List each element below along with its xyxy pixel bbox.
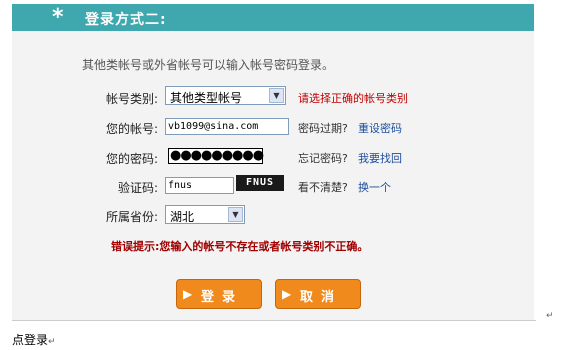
divider (12, 320, 536, 321)
account-label: 您的帐号: (105, 122, 158, 136)
cancel-button-label: 取消 (300, 290, 343, 305)
footer-text: 点登录↵ (12, 331, 56, 348)
forgot-password-text: 忘记密码? (298, 152, 348, 165)
cancel-button[interactable]: ▶ 取消 (275, 279, 361, 309)
section-header: * 登录方式二: (12, 4, 534, 31)
footer-label: 点登录 (12, 333, 49, 347)
reset-password-link[interactable]: 重设密码 (358, 120, 402, 136)
recover-password-link[interactable]: 我要找回 (358, 150, 402, 166)
section-title: 登录方式二: (85, 12, 167, 28)
login-button[interactable]: ▶ 登录 (176, 279, 262, 309)
login-button-label: 登录 (201, 290, 244, 305)
captcha-input[interactable]: fnus (165, 177, 234, 194)
chevron-down-icon[interactable]: ▼ (269, 88, 284, 103)
intro-text: 其他类帐号或外省帐号可以输入帐号密码登录。 (82, 58, 335, 72)
refresh-captcha-link[interactable]: 换一个 (358, 179, 391, 195)
password-input[interactable]: ●●●●●●●●● (168, 148, 264, 164)
error-message: 错误提示:您输入的帐号不存在或者帐号类别不正确。 (111, 240, 369, 253)
captcha-label: 验证码: (117, 181, 158, 195)
cant-see-text: 看不清楚? (298, 181, 348, 194)
return-mark-icon: ↵ (546, 311, 554, 321)
account-input[interactable]: vb1099@sina.com (165, 118, 289, 135)
arrow-right-icon: ▶ (183, 287, 193, 301)
return-mark-icon: ↵ (48, 337, 56, 347)
star-icon: * (52, 5, 64, 30)
chevron-down-icon[interactable]: ▼ (228, 207, 243, 222)
arrow-right-icon: ▶ (282, 287, 292, 301)
province-value: 湖北 (170, 210, 195, 224)
account-type-select[interactable]: 其他类型帐号 ▼ (165, 86, 286, 105)
captcha-image: FNUS (236, 175, 284, 191)
account-type-value: 其他类型帐号 (170, 91, 243, 105)
account-type-hint: 请选择正确的帐号类别 (298, 92, 408, 105)
account-type-label: 帐号类别: (105, 92, 158, 106)
province-select[interactable]: 湖北 ▼ (165, 205, 245, 224)
password-label: 您的密码: (105, 152, 158, 166)
province-label: 所属省份: (105, 210, 158, 224)
password-expired-text: 密码过期? (298, 122, 348, 135)
